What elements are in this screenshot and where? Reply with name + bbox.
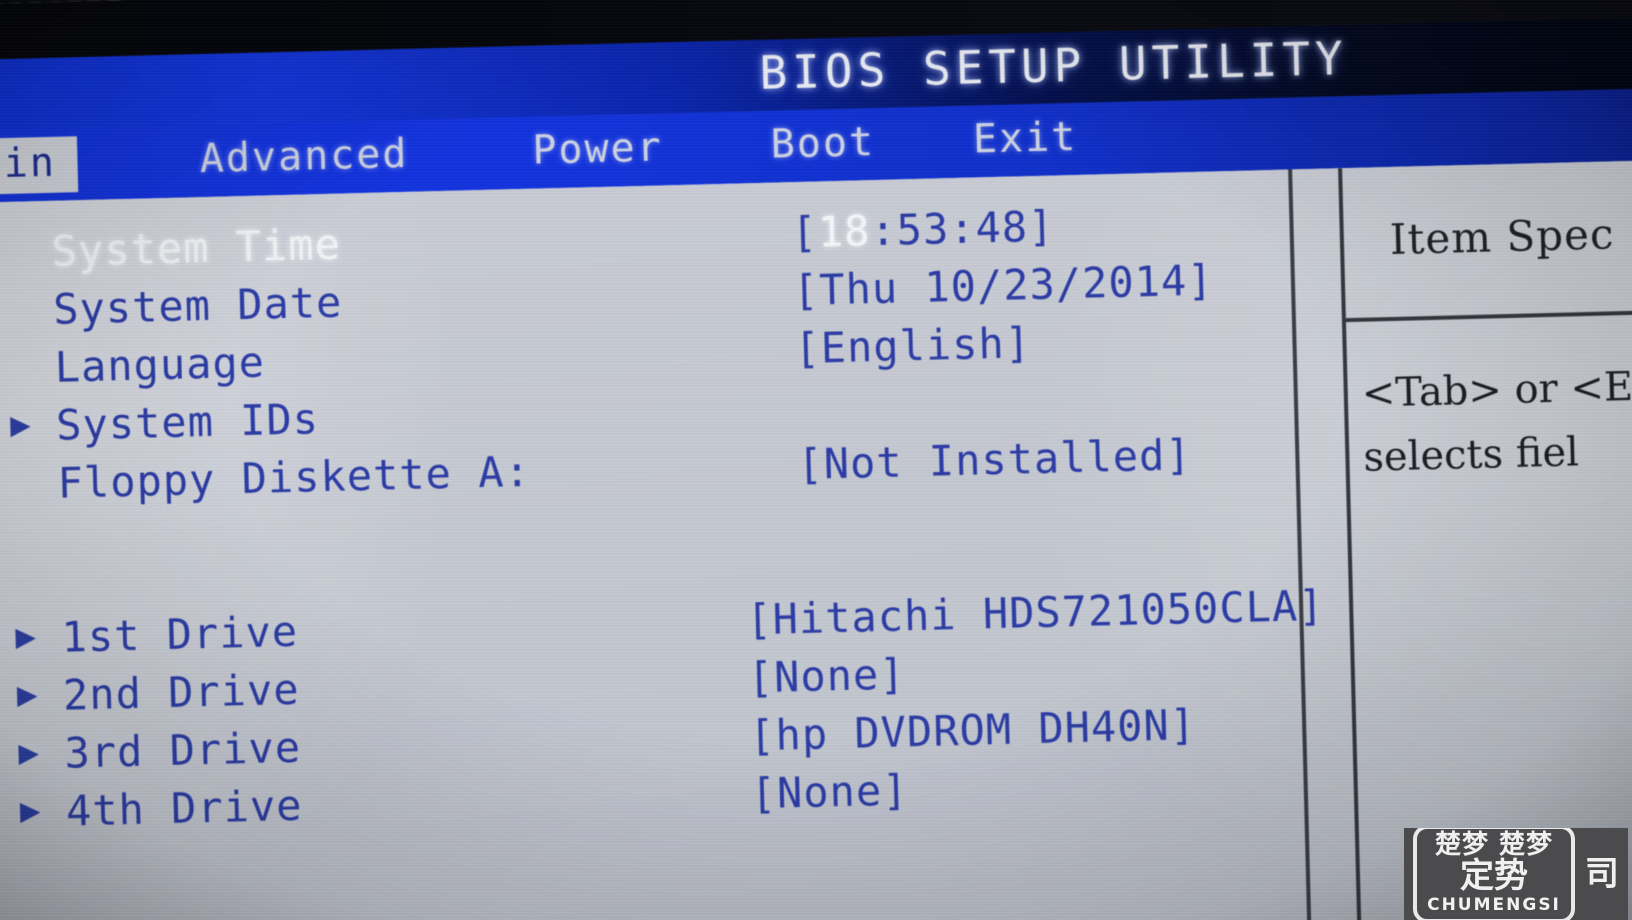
setting-value-language[interactable]: [English] — [794, 318, 1032, 374]
tab-exit[interactable]: Exit — [958, 111, 1092, 170]
setting-value-4th-drive[interactable]: [None] — [750, 765, 909, 819]
triangle-icon: ▶ — [7, 459, 58, 506]
watermark-latin-text: CHUMENGSI — [1427, 895, 1561, 915]
help-pane-body: <Tab> or <En selects fiel — [1346, 312, 1632, 491]
watermark-cn-side: 司 — [1584, 854, 1619, 894]
help-text-line: selects fiel — [1362, 429, 1580, 481]
setting-label: System IDs — [55, 394, 320, 450]
submenu-triangle-icon: ▶ — [15, 616, 37, 657]
setting-label: 4th Drive — [65, 780, 304, 836]
tab-main[interactable]: Main — [0, 136, 79, 196]
watermark-badge: 楚梦 楚梦 定势 CHUMENGSI — [1413, 828, 1575, 920]
submenu-triangle-icon: ▶ — [9, 404, 32, 445]
help-text-line: <Tab> or <En — [1361, 363, 1632, 417]
tab-advanced[interactable]: Advanced — [185, 127, 423, 189]
submenu-triangle-icon: ▶ — [16, 674, 38, 715]
submenu-triangle-icon: ▶ — [19, 790, 41, 831]
setting-value-system-date[interactable]: [Thu 10/23/2014] — [792, 255, 1214, 316]
setting-label: 3rd Drive — [63, 722, 302, 778]
setting-value-2nd-drive[interactable]: [None] — [747, 649, 906, 703]
submenu-triangle-icon: ▶ — [17, 732, 40, 773]
help-pane-title: Item Spec — [1389, 209, 1616, 264]
value-hour-highlighted: 18 — [817, 206, 872, 257]
tab-boot[interactable]: Boot — [756, 116, 890, 175]
setting-label: 2nd Drive — [62, 664, 301, 720]
settings-list: ▶ System Time [18:53:48] ▶ System Date [… — [1, 195, 1325, 846]
setting-value-floppy[interactable]: [Not Installed] — [797, 430, 1192, 490]
setting-label: Floppy Diskette A: — [57, 446, 532, 508]
tab-power[interactable]: Power — [518, 121, 678, 181]
triangle-icon: ▶ — [4, 343, 55, 390]
setting-value-3rd-drive[interactable]: [hp DVDROM DH40N] — [749, 700, 1197, 761]
setting-label: System Date — [52, 277, 343, 334]
triangle-icon: ▶ — [1, 227, 52, 274]
watermark-cn-main: 定势 — [1459, 856, 1528, 896]
value-bracket-open: [ — [790, 207, 819, 258]
triangle-icon: ▶ — [3, 285, 54, 332]
help-title-box: Item Spec — [1342, 157, 1632, 323]
value-rest: :53:48] — [869, 201, 1055, 256]
setting-label: System Time — [51, 219, 342, 276]
bios-screen-photo: BIOS SETUP UTILITY Main Advanced Power B… — [0, 0, 1632, 920]
bios-screen-panel: BIOS SETUP UTILITY Main Advanced Power B… — [0, 0, 1632, 920]
watermark-logo: 楚梦 楚梦 定势 CHUMENGSI 司 — [1404, 828, 1628, 920]
help-pane-inner: Item Spec <Tab> or <En selects fiel — [1338, 157, 1632, 920]
setting-label: Language — [54, 337, 266, 392]
setting-value-system-time[interactable]: [18:53:48] — [791, 202, 1055, 259]
setting-label: 1st Drive — [60, 606, 299, 662]
watermark-cn-top: 楚梦 楚梦 — [1434, 830, 1554, 860]
item-specific-help-pane: Item Spec <Tab> or <En selects fiel — [1288, 157, 1632, 920]
